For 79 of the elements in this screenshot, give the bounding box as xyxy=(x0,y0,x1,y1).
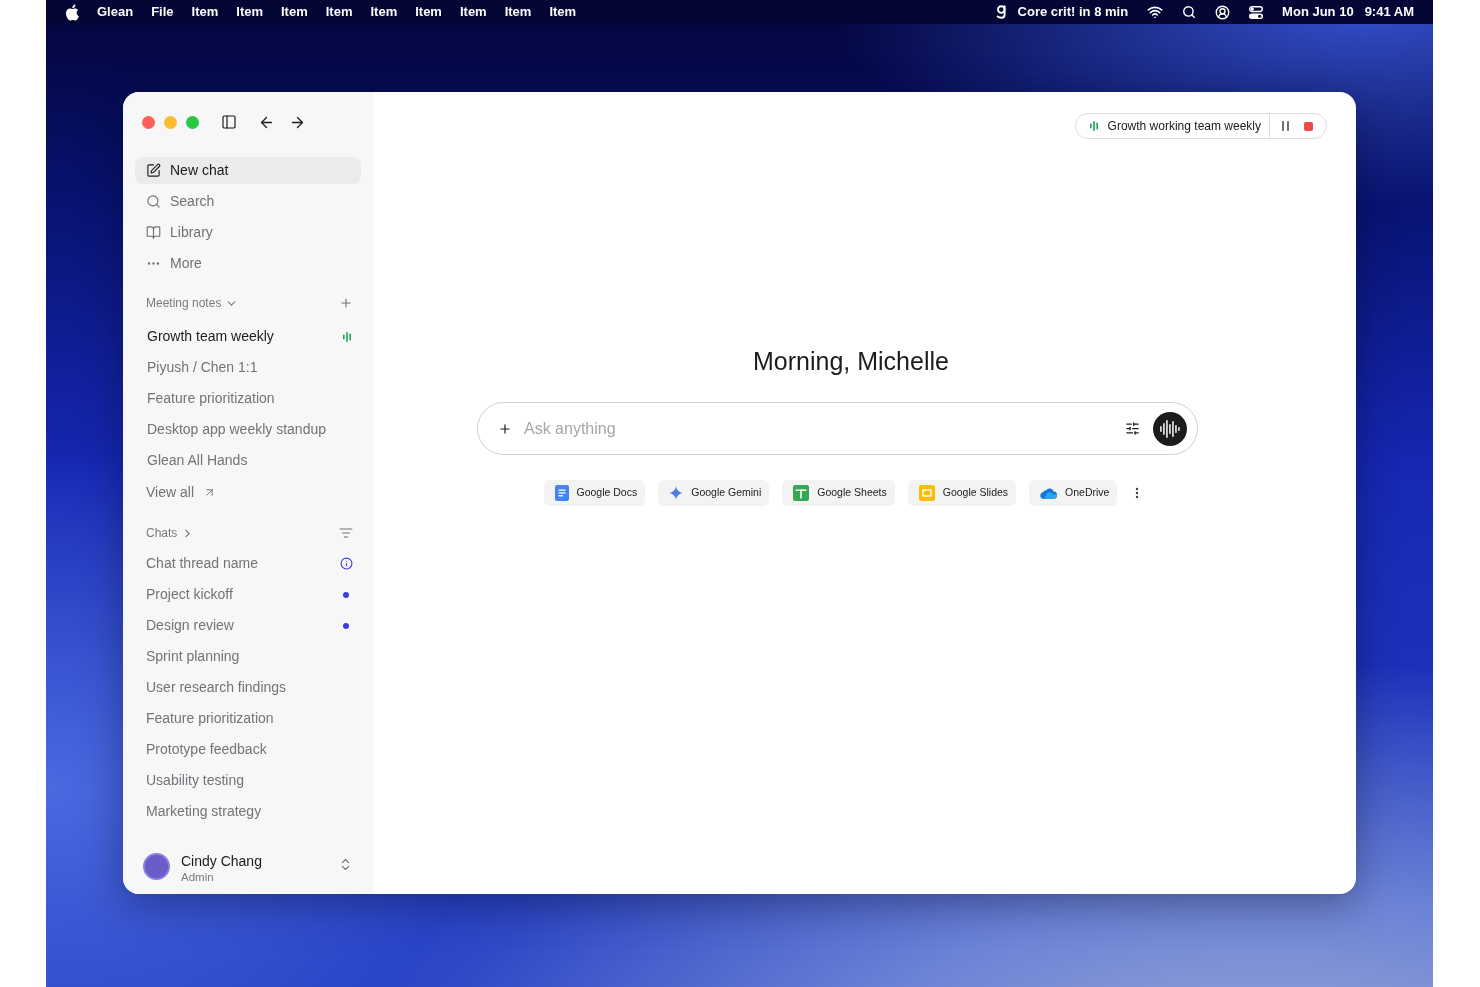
user-name: Cindy Chang xyxy=(181,853,263,870)
toggles-icon[interactable] xyxy=(1249,5,1264,19)
filter-icon xyxy=(339,526,353,540)
menu-item[interactable]: Item xyxy=(281,2,308,22)
menu-item[interactable]: Item xyxy=(415,2,442,22)
search-icon xyxy=(146,194,161,209)
chat-item[interactable]: Prototype feedback xyxy=(135,736,361,763)
info-icon xyxy=(340,557,353,570)
chat-item[interactable]: User research findings xyxy=(135,674,361,701)
meeting-item[interactable]: Desktop app weekly standup xyxy=(135,416,361,443)
menu-item[interactable]: Item xyxy=(549,2,577,22)
app-menu[interactable]: Glean xyxy=(97,2,134,22)
plus-icon xyxy=(498,421,512,436)
document-icon xyxy=(554,485,569,501)
menu-date[interactable]: Mon Jun 10 xyxy=(1282,2,1354,22)
chat-item[interactable]: Feature prioritization xyxy=(135,705,361,732)
meeting-item[interactable]: Feature prioritization xyxy=(135,385,361,412)
pencil-square-icon xyxy=(146,163,161,178)
spreadsheet-icon xyxy=(793,485,810,501)
voice-button[interactable] xyxy=(1153,411,1187,446)
book-icon xyxy=(146,225,161,240)
chat-item[interactable]: Marketing strategy xyxy=(135,798,361,825)
more-button[interactable]: More xyxy=(135,250,361,277)
menu-item[interactable]: Item xyxy=(459,2,487,22)
view-all-link[interactable]: View all xyxy=(135,479,220,506)
chat-item[interactable]: Sprint planning xyxy=(135,643,361,670)
pause-icon xyxy=(1282,121,1289,131)
chat-item[interactable]: Chat thread name xyxy=(135,550,361,577)
source-chip[interactable]: Google Gemini xyxy=(658,480,770,506)
search-icon[interactable] xyxy=(1182,5,1197,19)
sliders-icon xyxy=(1125,421,1140,436)
library-button[interactable]: Library xyxy=(135,219,361,246)
new-chat-button[interactable]: New chat xyxy=(135,157,361,184)
avatar[interactable] xyxy=(143,853,170,880)
menu-item[interactable]: File xyxy=(151,2,174,22)
chats-header[interactable]: Chats xyxy=(146,524,195,542)
source-chip[interactable]: Google Sheets xyxy=(782,480,895,506)
cloud-icon xyxy=(1040,487,1058,499)
menu-item[interactable]: Item xyxy=(191,2,219,22)
chat-item[interactable]: Usability testing xyxy=(135,767,361,794)
meeting-item[interactable]: Glean All Hands xyxy=(135,447,361,474)
audio-bars-icon xyxy=(1089,121,1098,131)
menu-item[interactable]: Item xyxy=(504,2,532,22)
stop-icon xyxy=(1304,121,1313,131)
menu-item[interactable]: Item xyxy=(370,2,398,22)
settings-button[interactable] xyxy=(1125,421,1140,436)
apple-icon[interactable] xyxy=(65,3,79,21)
user-circle-icon[interactable] xyxy=(1215,4,1231,20)
audio-bars-icon xyxy=(343,331,351,342)
arrow-up-right-icon xyxy=(203,486,216,499)
presentation-icon xyxy=(918,485,935,501)
waveform-icon xyxy=(1160,419,1180,438)
meeting-notes-header[interactable]: Meeting notes xyxy=(146,294,239,312)
recording-title: Growth working team weekly xyxy=(1107,118,1261,135)
plus-icon xyxy=(339,296,353,310)
status-text[interactable]: Core crit! in 8 min xyxy=(1017,2,1129,22)
source-chip[interactable]: Google Docs xyxy=(543,480,646,506)
sparkle-icon xyxy=(669,486,684,500)
pause-button[interactable] xyxy=(1282,121,1289,131)
greeting-heading: Morning, Michelle xyxy=(753,346,949,376)
logo-icon[interactable] xyxy=(995,5,1007,19)
meeting-item[interactable]: Piyush / Chen 1:1 xyxy=(135,354,361,381)
sidebar-toggle-icon[interactable] xyxy=(221,114,237,130)
chat-item[interactable]: Design review xyxy=(135,612,361,639)
meeting-item[interactable]: Growth team weekly xyxy=(135,323,361,350)
source-chip[interactable]: Google Slides xyxy=(907,480,1017,506)
user-role: Admin xyxy=(181,870,215,885)
composer-box[interactable]: Ask anything xyxy=(477,402,1198,455)
menu-item[interactable]: Item xyxy=(236,2,263,22)
menu-item[interactable]: Item xyxy=(325,2,353,22)
ask-input[interactable]: Ask anything xyxy=(524,414,1125,443)
wifi-icon[interactable] xyxy=(1147,4,1164,20)
close-button[interactable] xyxy=(142,115,155,129)
search-button[interactable]: Search xyxy=(135,188,361,215)
menu-time[interactable]: 9:41 AM xyxy=(1364,2,1414,22)
source-chip[interactable]: OneDrive xyxy=(1029,480,1118,506)
attach-button[interactable] xyxy=(498,421,512,436)
chat-item[interactable]: Project kickoff xyxy=(135,581,361,608)
stop-button[interactable] xyxy=(1304,121,1313,131)
